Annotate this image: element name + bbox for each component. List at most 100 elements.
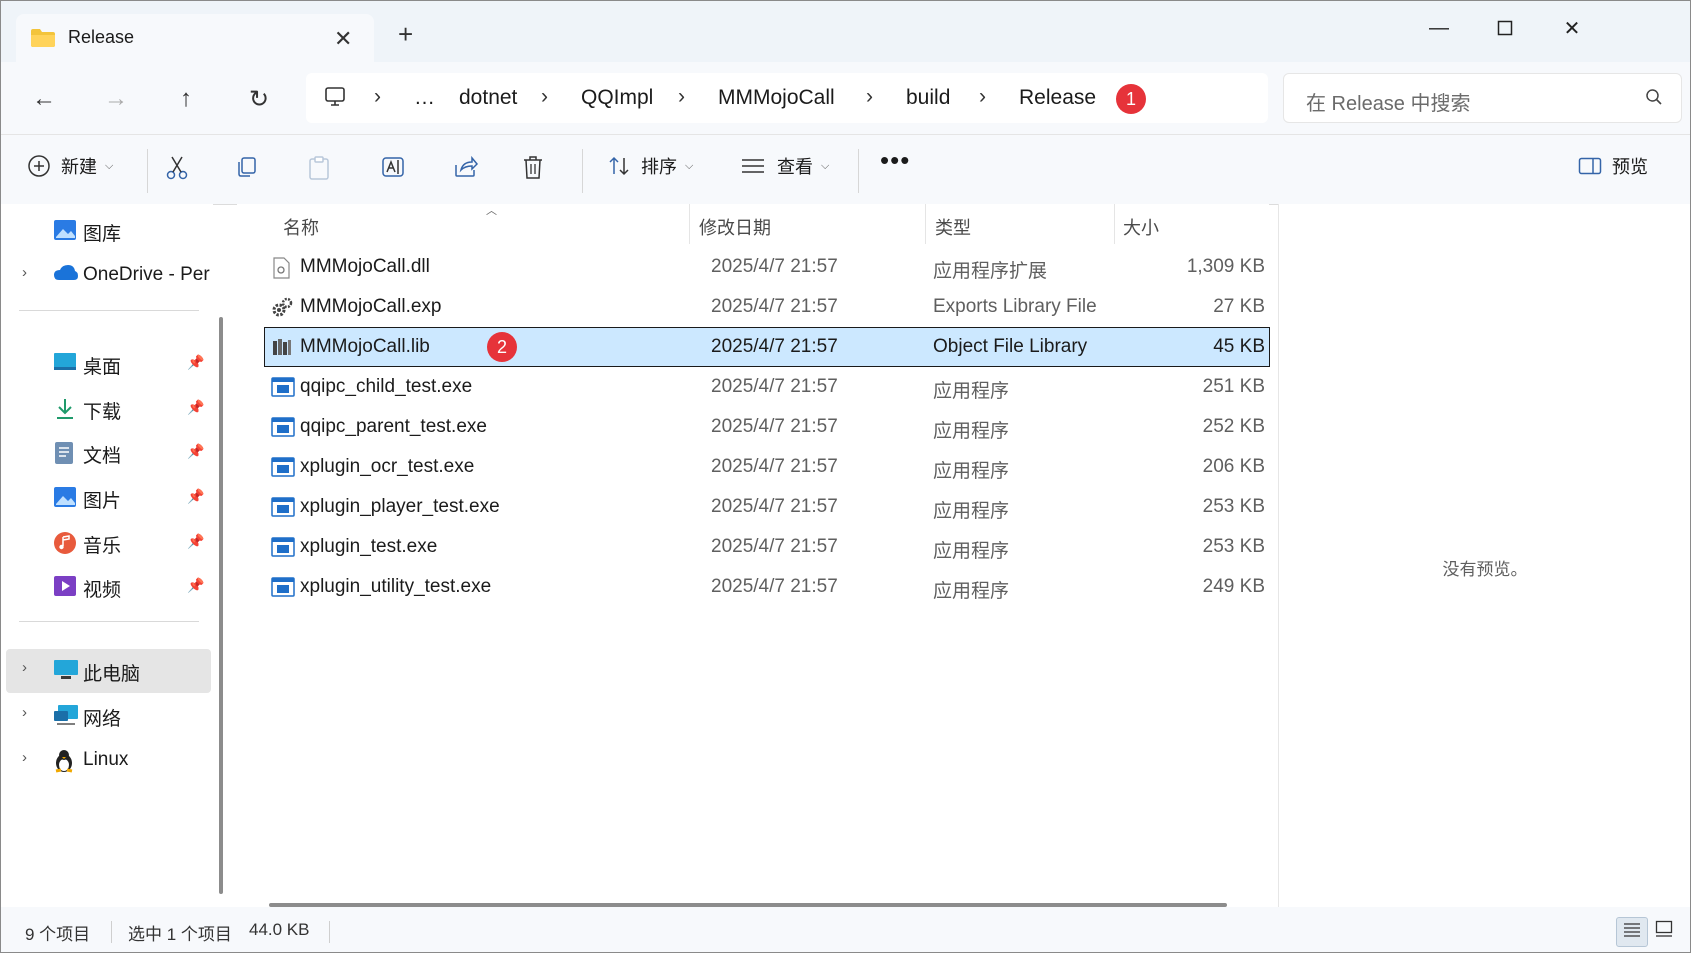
- column-divider[interactable]: [1114, 204, 1115, 244]
- sidebar-divider: [19, 310, 199, 311]
- pin-icon[interactable]: 📌: [187, 443, 204, 460]
- new-tab-button[interactable]: +: [398, 21, 413, 47]
- sort-button[interactable]: 排序 ⌵: [607, 153, 693, 179]
- column-divider[interactable]: [925, 204, 926, 244]
- breadcrumb-qqimpl[interactable]: QQImpl: [581, 86, 653, 110]
- chevron-right-icon[interactable]: ›: [979, 85, 986, 109]
- cut-icon[interactable]: [165, 155, 189, 186]
- annotation-badge-2: 2: [487, 332, 517, 362]
- pin-icon[interactable]: 📌: [187, 354, 204, 371]
- sidebar-item-music[interactable]: 音乐 📌: [1, 521, 211, 565]
- file-row[interactable]: MMMojoCall.dll 2025/4/7 21:57 应用程序扩展 1,3…: [265, 248, 1269, 286]
- share-icon[interactable]: [453, 155, 479, 184]
- file-name: MMMojoCall.dll: [300, 256, 430, 277]
- delete-icon[interactable]: [521, 155, 545, 186]
- pin-icon[interactable]: 📌: [187, 488, 204, 505]
- sidebar-item-videos[interactable]: 视频 📌: [1, 565, 211, 609]
- file-type: 应用程序: [933, 581, 1010, 602]
- sidebar-item-documents[interactable]: 文档 📌: [1, 431, 211, 475]
- new-button[interactable]: 新建 ⌵: [27, 153, 113, 179]
- linux-penguin-icon: [53, 749, 75, 779]
- file-row[interactable]: xplugin_ocr_test.exe 2025/4/7 21:57 应用程序…: [265, 448, 1269, 486]
- sidebar-item-network[interactable]: › 网络: [1, 694, 211, 738]
- sidebar-item-label: 图片: [83, 491, 122, 512]
- search-icon[interactable]: [1645, 88, 1663, 111]
- address-bar[interactable]: › … dotnet › QQImpl › MMMojoCall › build…: [306, 73, 1268, 123]
- search-input[interactable]: 在 Release 中搜索: [1283, 73, 1682, 123]
- chevron-down-icon: ⌵: [105, 159, 114, 172]
- chevron-down-icon: ⌵: [685, 159, 694, 172]
- file-size: 253 KB: [1202, 496, 1265, 517]
- file-row[interactable]: xplugin_utility_test.exe 2025/4/7 21:57 …: [265, 568, 1269, 606]
- breadcrumb-release[interactable]: Release: [1019, 86, 1096, 110]
- file-date: 2025/4/7 21:57: [711, 296, 838, 317]
- preview-pane-button[interactable]: 预览: [1578, 153, 1648, 179]
- breadcrumb-dotnet[interactable]: dotnet: [459, 86, 517, 110]
- chevron-right-icon[interactable]: ›: [678, 85, 685, 109]
- file-list: ︿ 名称 修改日期 类型 大小 MMMojoCall.dll 2025/4/7 …: [237, 204, 1270, 908]
- toolbar-divider: [147, 149, 148, 193]
- breadcrumb-build[interactable]: build: [906, 86, 950, 110]
- column-header-date[interactable]: 修改日期: [699, 214, 771, 240]
- chevron-right-icon[interactable]: ›: [374, 85, 381, 109]
- file-row-selected[interactable]: MMMojoCall.lib 2 2025/4/7 21:57 Object F…: [264, 327, 1270, 367]
- sort-icon: [607, 154, 631, 178]
- rename-icon[interactable]: [381, 155, 407, 184]
- file-name: qqipc_parent_test.exe: [300, 416, 487, 437]
- sidebar-item-label: 图库: [83, 224, 122, 245]
- back-button[interactable]: ←: [26, 82, 62, 116]
- file-name: xplugin_test.exe: [300, 536, 438, 557]
- breadcrumb-mmmojocall[interactable]: MMMojoCall: [718, 86, 835, 110]
- sidebar-item-linux[interactable]: › Linux: [1, 739, 211, 783]
- chevron-right-icon[interactable]: ›: [22, 749, 27, 766]
- minimize-button[interactable]: —: [1419, 13, 1459, 43]
- refresh-button[interactable]: ↻: [241, 82, 277, 116]
- sidebar-item-pictures[interactable]: 图片 📌: [1, 476, 211, 520]
- chevron-right-icon[interactable]: ›: [866, 85, 873, 109]
- sidebar-scrollbar[interactable]: [219, 317, 223, 894]
- sidebar-item-gallery[interactable]: 图库: [1, 209, 211, 253]
- sidebar-item-onedrive[interactable]: › OneDrive - Per: [1, 254, 211, 298]
- forward-button[interactable]: →: [98, 82, 134, 116]
- column-header-size[interactable]: 大小: [1123, 214, 1159, 240]
- pin-icon[interactable]: 📌: [187, 533, 204, 550]
- breadcrumb-overflow[interactable]: …: [414, 86, 435, 110]
- chevron-right-icon[interactable]: ›: [541, 85, 548, 109]
- close-window-button[interactable]: ✕: [1552, 13, 1592, 43]
- view-button[interactable]: 查看 ⌵: [741, 153, 829, 179]
- sidebar-item-this-pc[interactable]: › 此电脑: [6, 649, 211, 693]
- file-row[interactable]: xplugin_player_test.exe 2025/4/7 21:57 应…: [265, 488, 1269, 526]
- file-size: 45 KB: [1213, 336, 1265, 357]
- navigation-pane: 图库 › OneDrive - Per 桌面 📌 下载 📌 文档 📌 图片 📌: [1, 204, 213, 907]
- column-header-name[interactable]: 名称: [283, 214, 319, 240]
- file-row[interactable]: MMMojoCall.exp 2025/4/7 21:57 Exports Li…: [265, 288, 1269, 326]
- status-bar: 9 个项目 选中 1 个项目 44.0 KB: [1, 907, 1690, 952]
- tiles-view-button[interactable]: [1649, 917, 1679, 945]
- column-header-type[interactable]: 类型: [935, 214, 971, 240]
- music-icon: [53, 531, 77, 561]
- sidebar-item-label: 文档: [83, 446, 122, 467]
- up-button[interactable]: ↑: [168, 82, 204, 116]
- pin-icon[interactable]: 📌: [187, 577, 204, 594]
- file-row[interactable]: qqipc_child_test.exe 2025/4/7 21:57 应用程序…: [265, 368, 1269, 406]
- column-divider[interactable]: [689, 204, 690, 244]
- maximize-button[interactable]: [1485, 13, 1525, 43]
- file-row[interactable]: xplugin_test.exe 2025/4/7 21:57 应用程序 253…: [265, 528, 1269, 566]
- pin-icon[interactable]: 📌: [187, 399, 204, 416]
- sidebar-item-downloads[interactable]: 下载 📌: [1, 387, 211, 431]
- sidebar-item-label: 此电脑: [83, 664, 141, 685]
- file-type: 应用程序: [933, 541, 1010, 562]
- file-row[interactable]: qqipc_parent_test.exe 2025/4/7 21:57 应用程…: [265, 408, 1269, 446]
- sidebar-item-desktop[interactable]: 桌面 📌: [1, 342, 211, 386]
- preview-pane-icon: [1578, 156, 1602, 176]
- chevron-right-icon[interactable]: ›: [22, 704, 27, 721]
- chevron-right-icon[interactable]: ›: [22, 659, 27, 676]
- close-tab-icon[interactable]: ✕: [334, 26, 352, 52]
- more-options-button[interactable]: •••: [880, 145, 910, 176]
- paste-icon[interactable]: [307, 155, 331, 186]
- tab-release[interactable]: Release ✕: [16, 14, 374, 62]
- copy-icon[interactable]: [235, 155, 259, 184]
- details-view-button[interactable]: [1616, 917, 1648, 947]
- chevron-right-icon[interactable]: ›: [22, 264, 27, 281]
- file-type: Object File Library: [933, 336, 1088, 357]
